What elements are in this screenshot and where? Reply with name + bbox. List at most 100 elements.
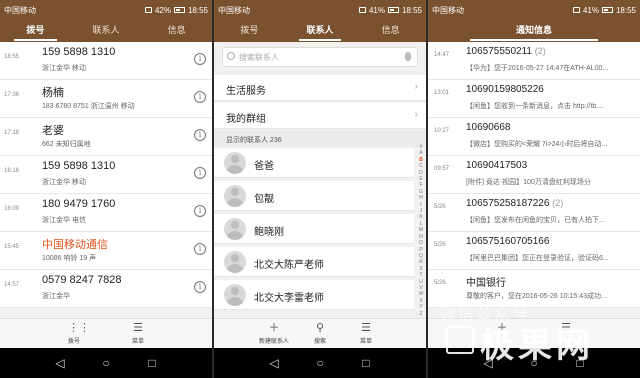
chevron-right-icon: › — [414, 109, 418, 120]
home-icon[interactable]: ○ — [312, 355, 328, 371]
home-icon[interactable]: ○ — [526, 355, 542, 371]
tab-messages[interactable]: 信息 — [141, 20, 212, 42]
group-label: 生活服务 — [226, 86, 266, 97]
wifi-icon — [358, 7, 366, 13]
menu-button[interactable]: ☰ — [544, 322, 588, 336]
call-log-row[interactable]: 16:09 180 9479 1760 浙江金华 电信 i — [0, 194, 212, 232]
recents-icon[interactable]: □ — [358, 355, 374, 371]
message-sender: 106575160705166 — [466, 236, 550, 247]
info-icon[interactable]: i — [194, 281, 206, 293]
group-my-groups[interactable]: 我的群组 › — [214, 103, 426, 129]
message-row[interactable]: 09:57 10690417503 [附件] 竟达·视园】100万清盘红利现场分 — [428, 156, 640, 194]
tab-contacts[interactable]: 联系人 — [285, 20, 356, 42]
call-number: 杨楠 — [42, 87, 64, 99]
contact-name: 北交大李雷老师 — [254, 293, 324, 304]
call-log-row[interactable]: 18:55 159 5898 1310 浙江金华 移动 i — [0, 42, 212, 80]
bottom-toolbar: ＋ ☰ — [428, 318, 640, 349]
battery-icon — [173, 7, 185, 13]
message-preview: 【华为】您于2016-05-27 14:47在ATH-AL00... — [466, 65, 609, 72]
new-contact-button[interactable]: ＋ 新建联系人 — [252, 322, 296, 345]
message-row[interactable]: 13:01 10690159805226 【闲鱼】您收到一条新消息，点击 htt… — [428, 80, 640, 118]
contact-row[interactable]: 北交大李雷老师 — [214, 280, 414, 310]
alphabet-letter[interactable]: Z — [416, 311, 426, 317]
clock: 18:55 — [615, 5, 636, 15]
search-button[interactable]: ⚲ 搜索 — [298, 322, 342, 345]
call-log-row[interactable]: 16:16 159 5898 1310 浙江金华 移动 i — [0, 156, 212, 194]
call-number: 180 9479 1760 — [42, 198, 116, 210]
messages-screen: 中国移动 41% 18:55 通知信息 14:47 106575550211 (… — [428, 0, 640, 378]
contact-name: 北交大陈严老师 — [254, 260, 324, 271]
tab-dialer[interactable]: 拨号 — [0, 20, 71, 42]
group-life-services[interactable]: 生活服务 › — [214, 75, 426, 101]
bottom-toolbar: ⋮⋮ 拨号 ☰ 菜单 — [0, 318, 212, 349]
call-detail: 183 6780 8751 浙江温州 移动 — [42, 103, 135, 110]
avatar — [224, 152, 246, 174]
contact-row[interactable]: 爸爸 — [214, 148, 414, 178]
call-time: 17:18 — [4, 130, 20, 136]
message-sender: 10690668 — [466, 122, 511, 133]
avatar — [224, 185, 246, 207]
status-bar: 中国移动 41% 18:55 — [214, 0, 426, 20]
tab-contacts[interactable]: 联系人 — [71, 20, 142, 42]
search-icon: ⚲ — [315, 322, 325, 334]
call-log-row[interactable]: 14:57 0579 8247 7828 浙江金华 i — [0, 270, 212, 308]
call-log-row[interactable]: 17:18 老婆 662 未知归属地 i — [0, 118, 212, 156]
new-message-button[interactable]: ＋ — [480, 322, 524, 336]
contact-row[interactable]: 包靓 — [214, 181, 414, 211]
info-icon[interactable]: i — [194, 167, 206, 179]
contacts-screen: 中国移动 41% 18:55 拨号 联系人 信息 搜索联系人 生活服务 › 我的… — [214, 0, 426, 378]
menu-label: 菜单 — [359, 339, 372, 345]
nav-bar: ◁ ○ □ — [428, 348, 640, 378]
contact-row[interactable]: 鲍晓刚 — [214, 214, 414, 244]
call-number: 159 5898 1310 — [42, 46, 116, 58]
message-sender: 中国银行 — [466, 278, 506, 289]
clock: 18:55 — [187, 5, 208, 15]
avatar — [224, 251, 246, 273]
call-detail: 浙江金华 移动 — [42, 65, 86, 72]
info-icon[interactable]: i — [194, 91, 206, 103]
chevron-right-icon: › — [414, 81, 418, 92]
battery-percent: 42% — [154, 5, 171, 15]
dialer-screen: 中国移动 42% 18:55 拨号 联系人 信息 18:55 159 5898 … — [0, 0, 212, 378]
menu-button[interactable]: ☰ 菜单 — [344, 322, 388, 345]
message-time: 10:27 — [434, 128, 450, 134]
tab-dialer[interactable]: 拨号 — [214, 20, 285, 42]
carrier-label: 中国移动 — [4, 5, 36, 15]
message-row[interactable]: 5/26 106575258187226 (2) 【闲鱼】您发布在闲鱼的宝贝，已… — [428, 194, 640, 232]
message-count: (2) — [552, 198, 564, 208]
recents-icon[interactable]: □ — [144, 355, 160, 371]
carrier-label: 中国移动 — [432, 5, 464, 15]
contact-search-input[interactable]: 搜索联系人 — [222, 47, 418, 67]
call-detail: 浙江金华 电信 — [42, 217, 86, 224]
info-icon[interactable]: i — [194, 129, 206, 141]
alphabet-index[interactable]: # A B C D E F G H I J K L M N O P Q R S T U V W X Y Z — [416, 144, 426, 317]
title-bar: 通知信息 — [428, 20, 640, 42]
info-icon[interactable]: i — [194, 205, 206, 217]
info-icon[interactable]: i — [194, 53, 206, 65]
dialpad-button[interactable]: ⋮⋮ 拨号 — [52, 322, 96, 345]
microphone-icon[interactable] — [405, 52, 411, 61]
message-preview: 【阿里巴巴集团】您正在登录验证，验证码6... — [466, 255, 609, 262]
nav-bar: ◁ ○ □ — [214, 348, 426, 378]
dialpad-icon: ⋮⋮ — [68, 322, 90, 334]
message-row[interactable]: 10:27 10690668 【微店】您购买的<荣耀 7i>24小时后将自动..… — [428, 118, 640, 156]
call-log-row[interactable]: 17:36 杨楠 183 6780 8751 浙江温州 移动 i — [0, 80, 212, 118]
message-time: 5/26 — [434, 280, 446, 286]
home-icon[interactable]: ○ — [98, 355, 114, 371]
tab-messages[interactable]: 信息 — [355, 20, 426, 42]
info-icon[interactable]: i — [194, 243, 206, 255]
battery-icon — [387, 7, 399, 13]
recents-icon[interactable]: □ — [572, 355, 588, 371]
message-row[interactable]: 5/26 106575160705166 【阿里巴巴集团】您正在登录验证，验证码… — [428, 232, 640, 270]
message-time: 5/26 — [434, 242, 446, 248]
message-row[interactable]: 5/26 中国银行 尊敬的客户，您在2016-05-26 10:15:43成功.… — [428, 270, 640, 308]
back-icon[interactable]: ◁ — [266, 355, 282, 371]
message-time: 14:47 — [434, 52, 450, 58]
call-number: 老婆 — [42, 125, 64, 137]
contact-row[interactable]: 北交大陈严老师 — [214, 247, 414, 277]
back-icon[interactable]: ◁ — [52, 355, 68, 371]
call-log-row[interactable]: 15:45 中国移动通信 10086 响铃 19 声 i — [0, 232, 212, 270]
message-row[interactable]: 14:47 106575550211 (2) 【华为】您于2016-05-27 … — [428, 42, 640, 80]
menu-button[interactable]: ☰ 菜单 — [116, 322, 160, 345]
back-icon[interactable]: ◁ — [480, 355, 496, 371]
